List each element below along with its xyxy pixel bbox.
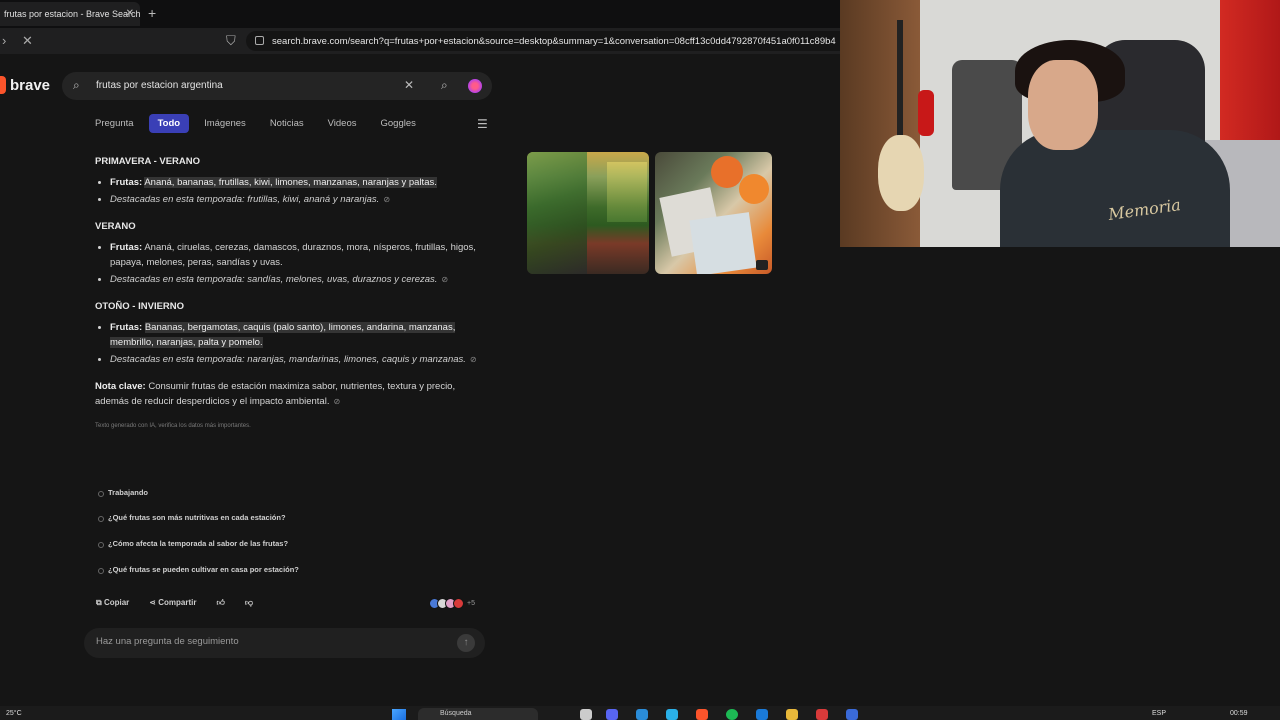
app-icon[interactable]	[846, 709, 858, 720]
tab-goggles[interactable]: Goggles	[372, 114, 425, 133]
leo-ai-icon[interactable]	[468, 79, 482, 93]
discord-icon[interactable]	[606, 709, 618, 720]
section-heading: PRIMAVERA - VERANO	[95, 156, 201, 167]
thumbs-down-icon[interactable]: 👎︎	[245, 598, 253, 608]
tab-noticias[interactable]: Noticias	[261, 114, 313, 133]
search-input[interactable]: frutas por estacion argentina	[96, 80, 223, 91]
search-box[interactable]: ⌕ frutas por estacion argentina ✕ ⌕	[62, 72, 492, 100]
tab-title: frutas por estacion - Brave Search	[4, 9, 140, 19]
start-button[interactable]	[392, 709, 406, 720]
list-item: Frutas: Ananá, ciruelas, cerezas, damasc…	[110, 240, 490, 270]
list-item: Frutas: Ananá, bananas, frutillas, kiwi,…	[110, 175, 490, 190]
forward-icon[interactable]: ›	[2, 33, 6, 48]
filter-settings-icon[interactable]: ☰	[477, 117, 488, 131]
brave-lion-icon	[0, 76, 6, 94]
url-text: search.brave.com/search?q=frutas+por+est…	[272, 35, 836, 47]
tab-todo[interactable]: Todo	[148, 114, 190, 133]
webcam-overlay: Memoria	[840, 0, 1280, 247]
folder-icon[interactable]	[786, 709, 798, 720]
brave-taskbar-icon[interactable]	[696, 709, 708, 720]
weather-widget[interactable]: 25°C	[6, 710, 22, 717]
source-avatar	[453, 598, 464, 609]
tab-pregunta[interactable]: Pregunta	[86, 114, 143, 133]
tab-imagenes[interactable]: Imágenes	[195, 114, 255, 133]
followup-box[interactable]: ↑	[84, 628, 485, 658]
clear-search-icon[interactable]: ✕	[404, 78, 414, 92]
bookmark-icon[interactable]: ⛉	[226, 33, 236, 49]
answer-actions: ⧉ Copiar ⋖ Compartir 👍︎ 👎︎	[96, 598, 253, 608]
followup-input[interactable]	[96, 636, 436, 647]
send-arrow-icon[interactable]: ↑	[457, 634, 475, 652]
ai-answer: PRIMAVERA - VERANO Frutas: Ananá, banana…	[95, 150, 490, 434]
search-tabs: Pregunta Todo Imágenes Noticias Videos G…	[86, 114, 425, 133]
link-icon[interactable]: ⊘	[383, 195, 390, 204]
list-item: Frutas: Bananas, bergamotas, caquis (pal…	[110, 320, 490, 350]
section-heading: OTOÑO - INVIERNO	[95, 301, 185, 312]
section-heading: VERANO	[95, 221, 136, 232]
spotify-icon[interactable]	[726, 709, 738, 720]
search-icon: ⌕	[73, 78, 80, 92]
list-item: Destacadas en esta temporada: naranjas, …	[110, 352, 490, 367]
clock[interactable]: 00:59	[1230, 710, 1248, 717]
app-icon[interactable]	[756, 709, 768, 720]
list-item: Destacadas en esta temporada: sandías, m…	[110, 272, 490, 287]
browser-tab[interactable]: frutas por estacion - Brave Search ✕	[0, 2, 140, 26]
copy-button[interactable]: ⧉ Copiar	[96, 598, 129, 608]
ai-disclaimer: Texto generado con IA, verifica los dato…	[95, 423, 251, 429]
link-icon[interactable]: ⊘	[441, 275, 448, 284]
app-icon[interactable]	[636, 709, 648, 720]
tab-strip: frutas por estacion - Brave Search ✕ +	[0, 0, 840, 28]
copy-icon: ⧉	[96, 598, 104, 607]
suggestion-item[interactable]: ¿Cómo afecta la temporada al sabor de la…	[92, 536, 304, 551]
suggestion-item[interactable]: ¿Qué frutas se pueden cultivar en casa p…	[92, 562, 315, 577]
language-indicator[interactable]: ESP	[1152, 710, 1166, 717]
close-tab-icon[interactable]: ✕	[126, 8, 134, 19]
more-sources-count: +5	[467, 600, 475, 607]
link-icon[interactable]: ⊘	[470, 355, 477, 364]
link-icon[interactable]: ⊘	[333, 397, 340, 406]
gallery-icon	[756, 260, 768, 270]
share-icon: ⋖	[149, 598, 159, 607]
tab-videos[interactable]: Videos	[319, 114, 366, 133]
address-bar[interactable]: search.brave.com/search?q=frutas+por+est…	[246, 31, 840, 51]
key-note: Nota clave: Consumir frutas de estación …	[95, 381, 456, 407]
submit-search-icon[interactable]: ⌕	[441, 78, 448, 93]
suggestion-item[interactable]: ¿Qué frutas son más nutritivas en cada e…	[92, 510, 302, 525]
thumbs-up-icon[interactable]: 👍︎	[216, 598, 224, 608]
new-tab-button[interactable]: +	[148, 5, 156, 21]
app-icon[interactable]	[816, 709, 828, 720]
produce-market-image[interactable]	[527, 152, 649, 274]
sources-avatars[interactable]: +5	[429, 598, 475, 609]
stop-loading-icon[interactable]: ✕	[22, 33, 33, 49]
app-icon[interactable]	[666, 709, 678, 720]
taskbar-search[interactable]: Búsqueda	[418, 708, 538, 720]
share-button[interactable]: ⋖ Compartir	[149, 598, 196, 608]
list-item: Destacadas en esta temporada: frutillas,…	[110, 192, 490, 207]
file-explorer-icon[interactable]	[580, 709, 592, 720]
brave-logo[interactable]: brave	[0, 76, 50, 94]
taskbar: 25°C Búsqueda ESP 00:59	[0, 706, 1280, 720]
working-status: Trabajando	[92, 485, 164, 500]
seasonal-fruit-image[interactable]	[655, 152, 772, 274]
site-info-icon[interactable]	[255, 36, 264, 45]
